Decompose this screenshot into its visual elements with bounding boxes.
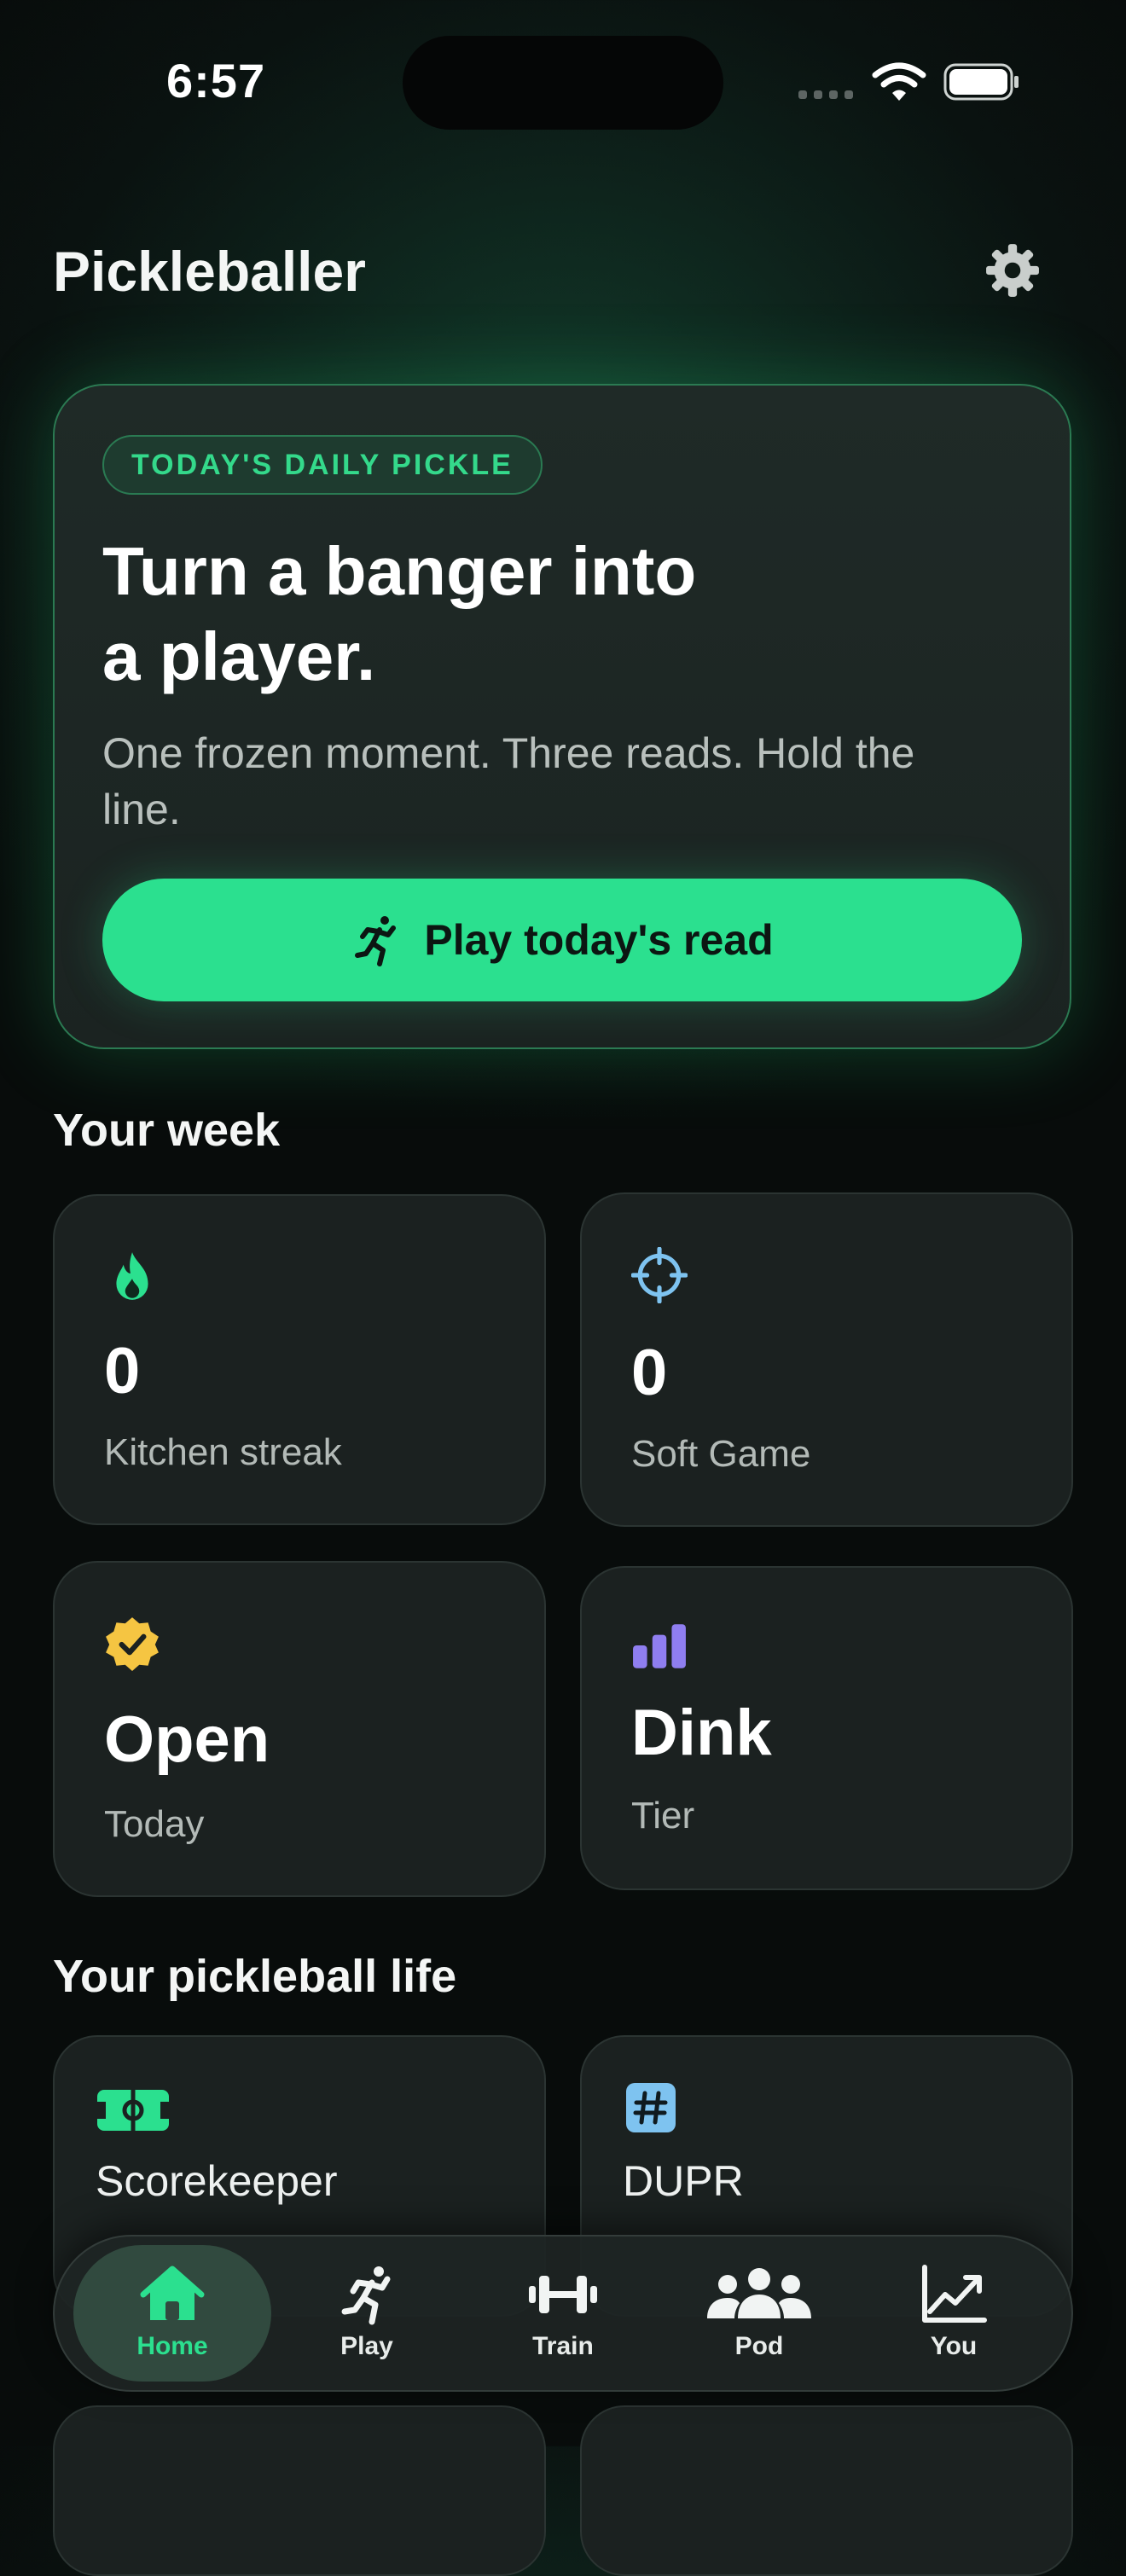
play-todays-read-button[interactable]: Play today's read [102,879,1022,1001]
today-label: Today [104,1803,205,1845]
title-line-1: Turn a banger into [102,533,697,609]
crosshair-icon [631,1247,688,1303]
status-time: 6:57 [166,54,266,107]
scorekeeper-label: Scorekeeper [96,2157,338,2205]
runner-icon [355,916,397,966]
page-title: Pickleballer [53,240,366,303]
battery-icon [943,63,1019,101]
verified-badge-icon [106,1617,159,1671]
kitchen-streak-value: 0 [104,1335,141,1407]
dupr-label: DUPR [623,2157,744,2205]
soft-game-card[interactable]: 0 Soft Game [580,1192,1073,1527]
tab-play[interactable]: Play [268,2245,466,2382]
pickleball-life-heading: Your pickleball life [53,1951,457,2002]
tab-pod-label: Pod [734,2332,784,2360]
home-icon [140,2266,205,2320]
kitchen-streak-card[interactable]: 0 Kitchen streak [53,1194,546,1525]
group-icon [707,2268,811,2318]
tab-train-label: Train [532,2332,594,2360]
daily-pickle-badge: TODAY'S DAILY PICKLE [102,435,543,495]
title-line-2: a player. [102,618,376,694]
gear-icon[interactable] [984,242,1041,299]
play-todays-read-label: Play today's read [424,916,774,964]
tab-play-label: Play [340,2332,393,2360]
cellular-signal-icon [798,90,855,101]
tab-you[interactable]: You [855,2245,1053,2382]
daily-pickle-title: Turn a banger into a player. [102,529,955,699]
daily-pickle-subtitle: One frozen moment. Three reads. Hold the… [102,729,915,833]
court-icon [97,2090,169,2131]
tier-value: Dink [631,1697,772,1769]
tab-home-label: Home [136,2332,208,2360]
kitchen-streak-label: Kitchen streak [104,1431,342,1473]
list-item[interactable] [53,2405,546,2576]
list-item[interactable] [580,2405,1073,2576]
tier-label: Tier [631,1795,695,1836]
dumbbell-icon [529,2276,597,2313]
soft-game-value: 0 [631,1337,668,1409]
runner-icon [341,2266,391,2325]
tab-home[interactable]: Home [73,2245,271,2382]
today-card[interactable]: Open Today [53,1561,546,1897]
chart-icon [922,2265,987,2323]
tab-train[interactable]: Train [464,2245,662,2382]
dynamic-island [403,36,723,130]
flame-icon [116,1252,148,1300]
wifi-icon [872,62,926,101]
tab-pod[interactable]: Pod [660,2245,858,2382]
tab-you-label: You [930,2332,978,2360]
hashtag-icon [626,2083,676,2132]
soft-game-label: Soft Game [631,1433,811,1475]
tier-card[interactable]: Dink Tier [580,1566,1073,1890]
bars-icon [633,1624,686,1668]
today-value: Open [104,1703,270,1776]
your-week-heading: Your week [53,1105,281,1156]
